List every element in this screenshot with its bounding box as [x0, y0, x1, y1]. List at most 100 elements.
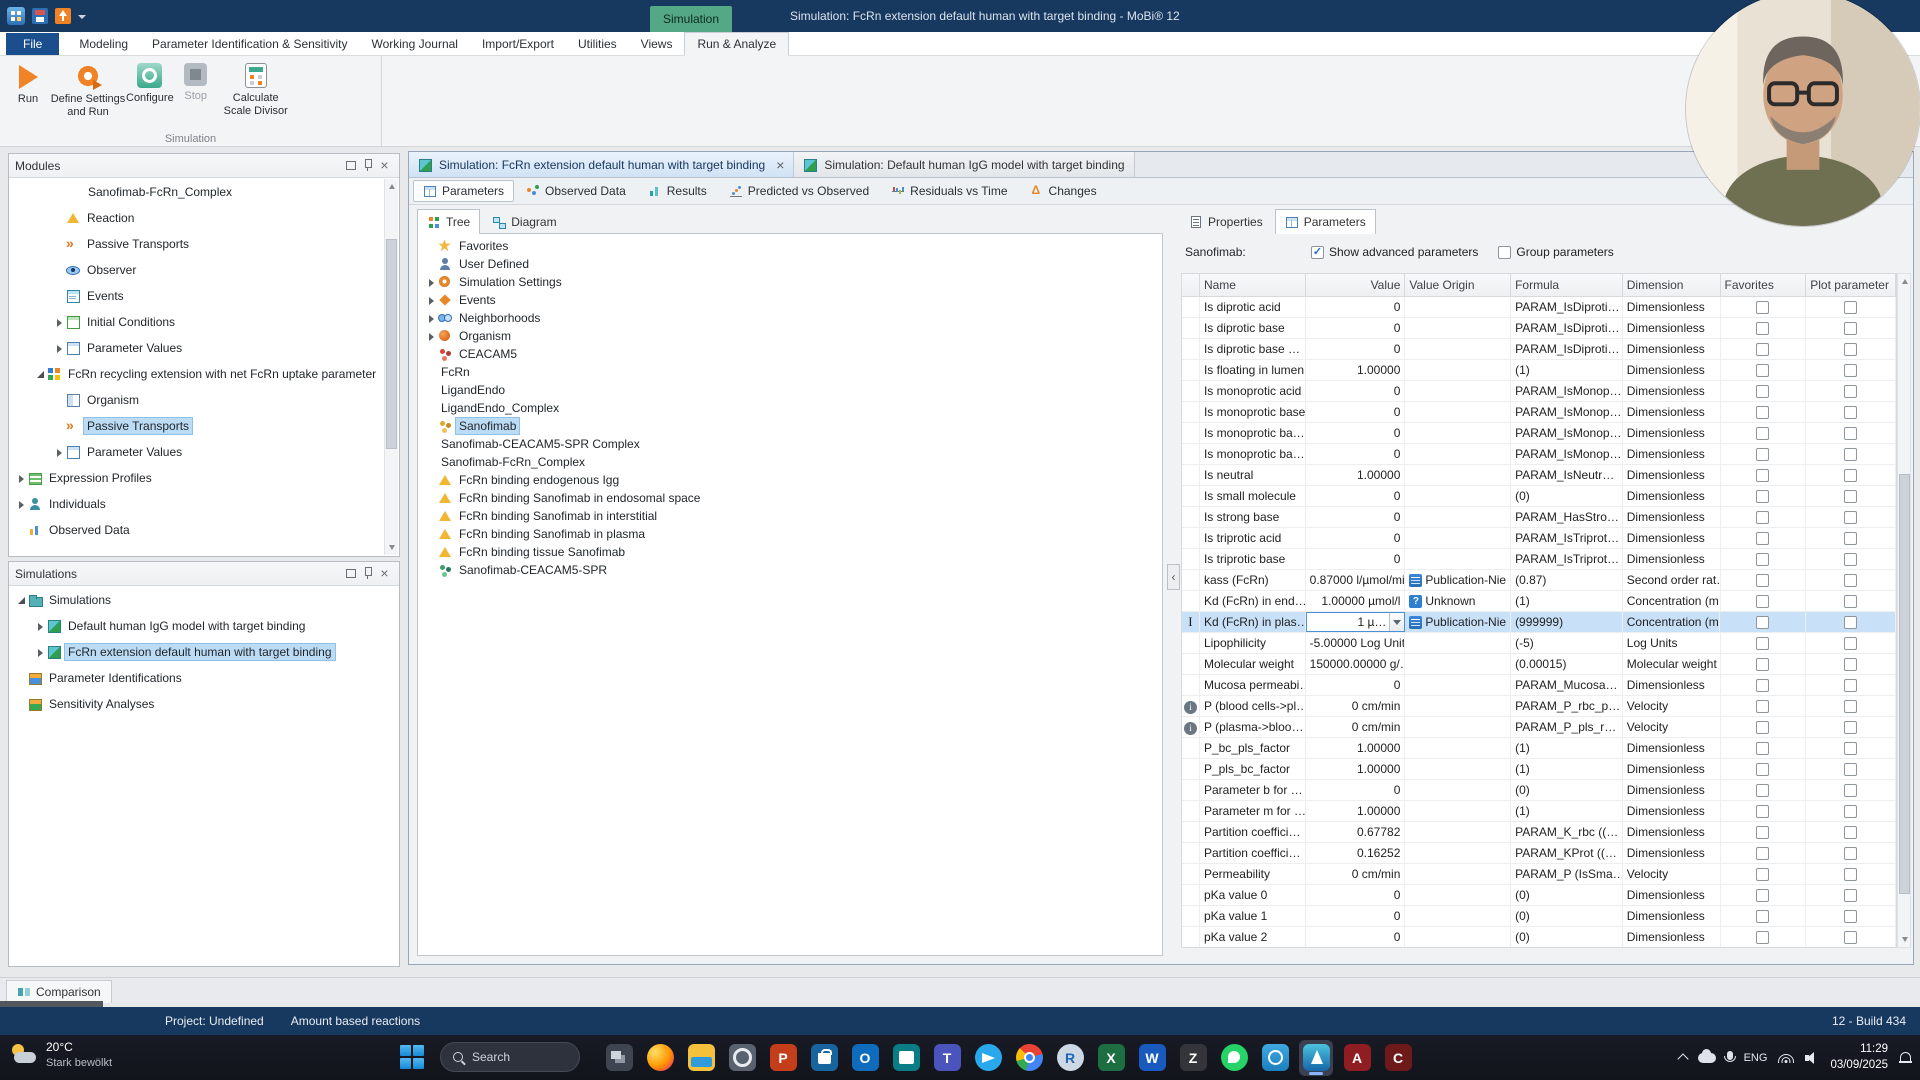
tree-item-fcrn-binding-sanofimab-in-endosomal-space[interactable]: FcRn binding Sanofimab in endosomal spac…: [420, 489, 1160, 507]
wifi-icon[interactable]: [1778, 1052, 1794, 1063]
plot-parameter-checkbox[interactable]: [1844, 427, 1857, 440]
scroll-down-icon[interactable]: [385, 541, 399, 555]
contextual-tab-simulation[interactable]: Simulation: [650, 6, 732, 32]
menu-parameter-identification-sensitivity[interactable]: Parameter Identification & Sensitivity: [140, 32, 359, 55]
parameter-row-is-neutral[interactable]: Is neutral1.00000PARAM_IsNeutr…Dimension…: [1182, 465, 1896, 486]
taskbar-app-calendar[interactable]: [889, 1040, 923, 1076]
menu-run-analyze[interactable]: Run & Analyze: [684, 32, 789, 56]
plot-parameter-checkbox[interactable]: [1844, 364, 1857, 377]
close-icon[interactable]: ×: [376, 566, 393, 581]
parameter-row-is-diprotic-acid[interactable]: Is diprotic acid0PARAM_IsDiproti…Dimensi…: [1182, 297, 1896, 318]
favorite-checkbox[interactable]: [1756, 343, 1769, 356]
parameter-row-is-monoprotic-base[interactable]: Is monoprotic base0PARAM_IsMonop…Dimensi…: [1182, 402, 1896, 423]
tree-item-organism[interactable]: Organism: [10, 387, 384, 413]
view-tab-observed-data[interactable]: Observed Data: [516, 180, 636, 202]
tree-item-events[interactable]: Events: [420, 291, 1160, 309]
taskbar-app-file-explorer[interactable]: [684, 1040, 718, 1076]
tree-item-passive-transports[interactable]: Passive Transports: [10, 413, 384, 439]
tree-item-observed-data[interactable]: Observed Data: [10, 517, 384, 543]
plot-parameter-checkbox[interactable]: [1844, 553, 1857, 566]
view-tab-residuals-vs-time[interactable]: Residuals vs Time: [881, 180, 1017, 202]
param-value[interactable]: 0: [1306, 486, 1406, 506]
tree-item-fcrn-binding-endogenous-igg[interactable]: FcRn binding endogenous Igg: [420, 471, 1160, 489]
favorite-checkbox[interactable]: [1756, 847, 1769, 860]
tree-item-sanofimab-ceacam5-spr-complex[interactable]: Sanofimab-CEACAM5-SPR Complex: [420, 435, 1160, 453]
param-value[interactable]: 0: [1306, 528, 1406, 548]
parameter-row-is-monoprotic-acid[interactable]: Is monoprotic acid0PARAM_IsMonop…Dimensi…: [1182, 381, 1896, 402]
parameter-row-is-diprotic-base[interactable]: Is diprotic base0PARAM_IsDiproti…Dimensi…: [1182, 318, 1896, 339]
tab-properties[interactable]: Properties: [1179, 209, 1273, 234]
favorite-checkbox[interactable]: [1756, 931, 1769, 944]
plot-parameter-checkbox[interactable]: [1844, 721, 1857, 734]
column-header-value-origin[interactable]: Value Origin: [1405, 274, 1511, 296]
taskbar-app-telegram[interactable]: [971, 1040, 1005, 1076]
favorite-checkbox[interactable]: [1756, 469, 1769, 482]
parameter-row-parameter-b-for[interactable]: Parameter b for …0(0)Dimensionless: [1182, 780, 1896, 801]
plot-parameter-checkbox[interactable]: [1844, 511, 1857, 524]
tab-diagram[interactable]: Diagram: [482, 209, 566, 234]
scrollbar-thumb[interactable]: [1899, 474, 1910, 894]
parameter-row-parameter-m-for[interactable]: Parameter m for …1.00000(1)Dimensionless: [1182, 801, 1896, 822]
tree-item-organism[interactable]: Organism: [420, 327, 1160, 345]
close-icon[interactable]: ×: [376, 158, 393, 173]
plot-parameter-checkbox[interactable]: [1844, 847, 1857, 860]
microphone-icon[interactable]: [1727, 1051, 1733, 1060]
tree-item-ligandendo[interactable]: LigandEndo: [420, 381, 1160, 399]
plot-parameter-checkbox[interactable]: [1844, 385, 1857, 398]
scroll-up-icon[interactable]: [1898, 274, 1912, 288]
parameter-row-pka-value-2[interactable]: pKa value 20(0)Dimensionless: [1182, 927, 1896, 948]
param-value[interactable]: 1.00000: [1306, 465, 1406, 485]
plot-parameter-checkbox[interactable]: [1844, 931, 1857, 944]
parameter-row-kd-fcrn-in-end[interactable]: Kd (FcRn) in end…1.00000 µmol/l?Unknown(…: [1182, 591, 1896, 612]
favorite-checkbox[interactable]: [1756, 553, 1769, 566]
parameter-row-p-pls-bc-factor[interactable]: P_pls_bc_factor1.00000(1)Dimensionless: [1182, 759, 1896, 780]
taskbar-app-excel[interactable]: X: [1094, 1040, 1128, 1076]
run-button[interactable]: Run: [6, 58, 50, 106]
parameter-row-is-triprotic-base[interactable]: Is triprotic base0PARAM_IsTriprot…Dimens…: [1182, 549, 1896, 570]
favorite-checkbox[interactable]: [1756, 448, 1769, 461]
plot-parameter-checkbox[interactable]: [1844, 889, 1857, 902]
tree-item-expression-profiles[interactable]: Expression Profiles: [10, 465, 384, 491]
param-value[interactable]: 0: [1306, 381, 1406, 401]
group-parameters-toggle[interactable]: Group parameters: [1498, 245, 1613, 259]
parameter-row-is-monoprotic-ba[interactable]: Is monoprotic ba…0PARAM_IsMonop…Dimensio…: [1182, 444, 1896, 465]
parameter-row-is-triprotic-acid[interactable]: Is triprotic acid0PARAM_IsTriprot…Dimens…: [1182, 528, 1896, 549]
plot-parameter-checkbox[interactable]: [1844, 805, 1857, 818]
expand-arrow-icon[interactable]: [15, 594, 28, 607]
taskbar-app-firefox[interactable]: [643, 1040, 677, 1076]
tree-item-fcrn-recycling-extension-with-net-fcrn-uptake-parameter[interactable]: FcRn recycling extension with net FcRn u…: [10, 361, 384, 387]
taskbar-app-teams[interactable]: T: [930, 1040, 964, 1076]
scroll-up-icon[interactable]: [385, 179, 399, 193]
parameter-row-kd-fcrn-in-plas[interactable]: IKd (FcRn) in plas…1 µ…Publication-Nie…(…: [1182, 612, 1896, 633]
pin-icon[interactable]: [359, 158, 376, 173]
tree-item-initial-conditions[interactable]: Initial Conditions: [10, 309, 384, 335]
column-header-favorites[interactable]: Favorites: [1721, 274, 1807, 296]
param-value[interactable]: 0.67782: [1306, 822, 1406, 842]
plot-parameter-checkbox[interactable]: [1844, 574, 1857, 587]
plot-parameter-checkbox[interactable]: [1844, 343, 1857, 356]
favorite-checkbox[interactable]: [1756, 574, 1769, 587]
parameter-row-mucosa-permeabi[interactable]: Mucosa permeabi…0PARAM_Mucosa…Dimensionl…: [1182, 675, 1896, 696]
plot-parameter-checkbox[interactable]: [1844, 826, 1857, 839]
parameter-row-lipophilicity[interactable]: Lipophilicity-5.00000 Log Units(-5)Log U…: [1182, 633, 1896, 654]
float-window-icon[interactable]: [342, 158, 359, 173]
expand-arrow-icon[interactable]: [15, 472, 28, 485]
column-header-dimension[interactable]: Dimension: [1623, 274, 1721, 296]
expand-arrow-icon[interactable]: [425, 330, 438, 343]
document-tab-active[interactable]: Simulation: FcRn extension default human…: [409, 152, 794, 177]
param-value[interactable]: 0 cm/min: [1306, 717, 1406, 737]
param-value[interactable]: 0.87000 l/µmol/min: [1306, 570, 1406, 590]
favorite-checkbox[interactable]: [1756, 637, 1769, 650]
favorite-checkbox[interactable]: [1756, 868, 1769, 881]
tab-tree[interactable]: Tree: [417, 209, 480, 234]
expand-arrow-icon[interactable]: [34, 368, 47, 381]
parameter-row-pka-value-0[interactable]: pKa value 00(0)Dimensionless: [1182, 885, 1896, 906]
menu-views[interactable]: Views: [629, 32, 685, 55]
plot-parameter-checkbox[interactable]: [1844, 406, 1857, 419]
param-value[interactable]: 0: [1306, 885, 1406, 905]
taskbar-app-powerpoint[interactable]: P: [766, 1040, 800, 1076]
favorite-checkbox[interactable]: [1756, 721, 1769, 734]
taskbar-app-r-project[interactable]: R: [1053, 1040, 1087, 1076]
menu-working-journal[interactable]: Working Journal: [359, 32, 469, 55]
group-parameters-checkbox[interactable]: [1498, 246, 1511, 259]
